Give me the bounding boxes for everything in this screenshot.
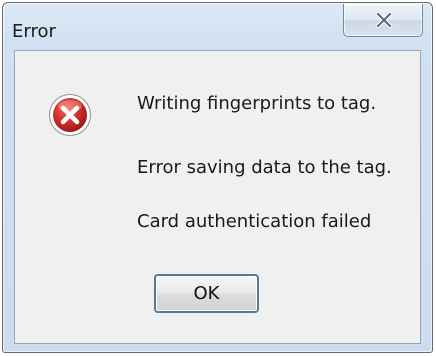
error-dialog-window: Error Writing fingerprints to tag. Error… xyxy=(2,2,433,353)
window-title: Error xyxy=(12,21,56,42)
close-button[interactable] xyxy=(343,4,423,37)
message-line-1: Writing fingerprints to tag. xyxy=(137,93,377,114)
close-x-icon xyxy=(375,12,393,28)
message-line-3: Card authentication failed xyxy=(137,211,372,232)
ok-button[interactable]: OK xyxy=(155,275,258,312)
error-icon xyxy=(49,94,91,136)
message-line-2: Error saving data to the tag. xyxy=(137,157,392,178)
dialog-content: Writing fingerprints to tag. Error savin… xyxy=(14,50,421,344)
